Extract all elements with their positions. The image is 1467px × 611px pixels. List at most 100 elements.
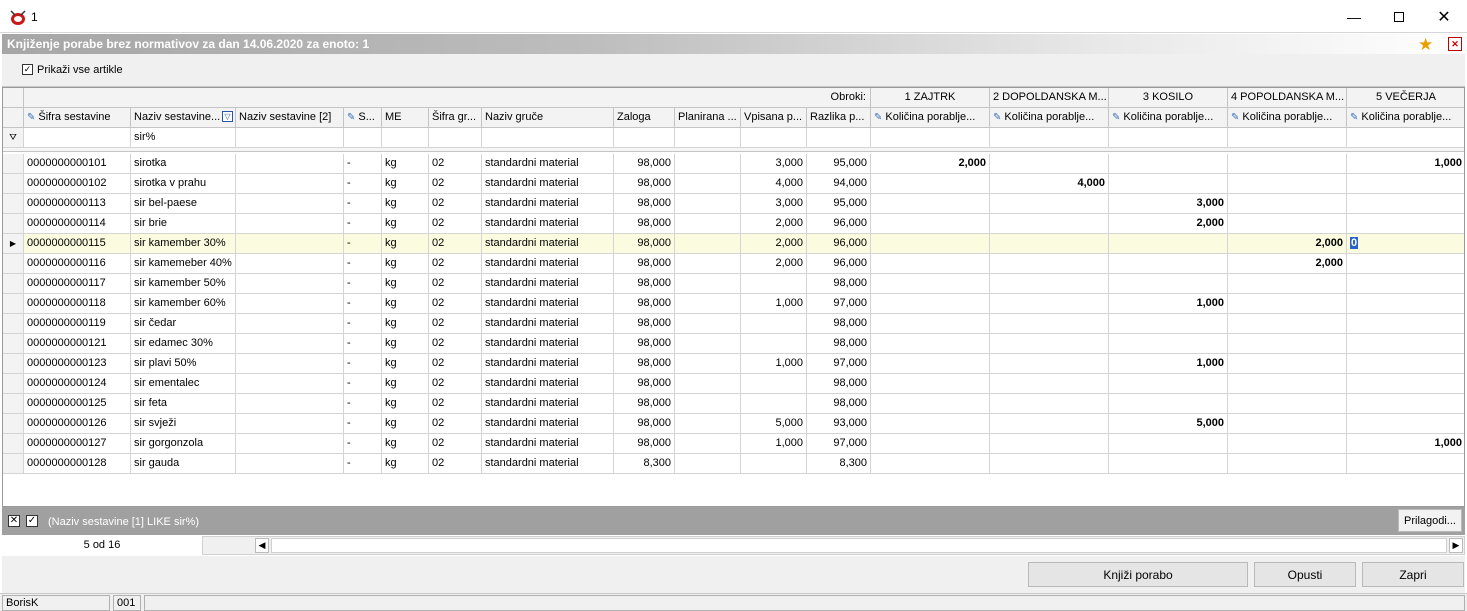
cell-stock[interactable]: 98,000: [614, 154, 675, 174]
cell-diff[interactable]: 98,000: [807, 394, 871, 414]
cell-name2[interactable]: [236, 274, 344, 294]
cell-code[interactable]: 0000000000116: [24, 254, 131, 274]
cell-m5[interactable]: [1347, 254, 1464, 274]
cell-grp_name[interactable]: standardni material: [482, 274, 614, 294]
cell-grp[interactable]: 02: [429, 314, 482, 334]
cell-m2[interactable]: [990, 374, 1109, 394]
cell-me[interactable]: kg: [382, 214, 429, 234]
cell-m3[interactable]: 5,000: [1109, 414, 1228, 434]
cell-plan[interactable]: [675, 274, 741, 294]
cell-name[interactable]: sir kamemeber 40%: [131, 254, 236, 274]
cell-s[interactable]: -: [344, 274, 382, 294]
cell-me[interactable]: kg: [382, 154, 429, 174]
cell-m4[interactable]: 2,000: [1228, 254, 1347, 274]
cell-s[interactable]: -: [344, 414, 382, 434]
cell-entered[interactable]: 1,000: [741, 434, 807, 454]
cell-me[interactable]: kg: [382, 234, 429, 254]
column-header-11[interactable]: Razlika p...: [807, 108, 871, 128]
cell-m2[interactable]: [990, 234, 1109, 254]
column-header-1[interactable]: ✎ Šifra sestavine: [24, 108, 131, 128]
cell-name[interactable]: sir gorgonzola: [131, 434, 236, 454]
cell-s[interactable]: -: [344, 254, 382, 274]
cell-m5[interactable]: [1347, 334, 1464, 354]
cell-s[interactable]: -: [344, 174, 382, 194]
cell-s[interactable]: -: [344, 154, 382, 174]
cell-m2[interactable]: [990, 254, 1109, 274]
close-button[interactable]: ✕: [1421, 0, 1467, 33]
column-header-10[interactable]: Vpisana p...: [741, 108, 807, 128]
cell-name2[interactable]: [236, 414, 344, 434]
cell-me[interactable]: kg: [382, 174, 429, 194]
cell-name2[interactable]: [236, 214, 344, 234]
cell-code[interactable]: 0000000000113: [24, 194, 131, 214]
cell-grp[interactable]: 02: [429, 394, 482, 414]
cell-name[interactable]: sir čedar: [131, 314, 236, 334]
cell-m3[interactable]: [1109, 334, 1228, 354]
meal-quantity-header-1[interactable]: ✎ Količina porablje...: [871, 108, 990, 128]
column-header-4[interactable]: ✎ S...: [344, 108, 382, 128]
cell-diff[interactable]: 98,000: [807, 374, 871, 394]
show-all-checkbox[interactable]: ✓: [22, 64, 33, 75]
row-indicator[interactable]: [3, 334, 24, 354]
cell-m5[interactable]: 1,000: [1347, 434, 1464, 454]
filter-cell-10[interactable]: [741, 128, 807, 148]
cell-grp[interactable]: 02: [429, 194, 482, 214]
cell-diff[interactable]: 96,000: [807, 254, 871, 274]
cell-m4[interactable]: [1228, 314, 1347, 334]
cell-entered[interactable]: 1,000: [741, 294, 807, 314]
cell-m5[interactable]: [1347, 294, 1464, 314]
cell-entered[interactable]: [741, 374, 807, 394]
cell-diff[interactable]: 8,300: [807, 454, 871, 474]
filter-enabled-checkbox[interactable]: ✓: [26, 515, 38, 527]
cell-code[interactable]: 0000000000123: [24, 354, 131, 374]
cell-plan[interactable]: [675, 254, 741, 274]
cell-m1[interactable]: [871, 434, 990, 454]
meal-quantity-header-2[interactable]: ✎ Količina porablje...: [990, 108, 1109, 128]
clear-filter-icon[interactable]: ✕: [8, 515, 20, 527]
cell-m4[interactable]: [1228, 274, 1347, 294]
cell-plan[interactable]: [675, 294, 741, 314]
cell-m5[interactable]: 0: [1347, 234, 1464, 254]
cell-grp[interactable]: 02: [429, 214, 482, 234]
cell-m4[interactable]: [1228, 414, 1347, 434]
cell-code[interactable]: 0000000000119: [24, 314, 131, 334]
cell-diff[interactable]: 95,000: [807, 154, 871, 174]
cell-m4[interactable]: [1228, 434, 1347, 454]
row-indicator[interactable]: [3, 174, 24, 194]
cell-name2[interactable]: [236, 334, 344, 354]
cell-m4[interactable]: [1228, 454, 1347, 474]
cell-m2[interactable]: [990, 154, 1109, 174]
cell-m3[interactable]: [1109, 274, 1228, 294]
cell-m3[interactable]: [1109, 314, 1228, 334]
cell-grp[interactable]: 02: [429, 174, 482, 194]
cell-m5[interactable]: [1347, 194, 1464, 214]
filter-cell-11[interactable]: [807, 128, 871, 148]
customize-button[interactable]: Prilagodi...: [1398, 509, 1462, 532]
filter-cell-2[interactable]: sir%: [131, 128, 236, 148]
column-header-2[interactable]: Naziv sestavine... ▽: [131, 108, 236, 128]
cell-m4[interactable]: [1228, 334, 1347, 354]
cell-grp[interactable]: 02: [429, 254, 482, 274]
cell-entered[interactable]: 3,000: [741, 194, 807, 214]
column-header-8[interactable]: Zaloga: [614, 108, 675, 128]
cell-code[interactable]: 0000000000118: [24, 294, 131, 314]
column-filter-icon[interactable]: ▽: [222, 111, 233, 122]
cell-grp[interactable]: 02: [429, 454, 482, 474]
cell-s[interactable]: -: [344, 394, 382, 414]
cell-entered[interactable]: 1,000: [741, 354, 807, 374]
cell-m1[interactable]: [871, 454, 990, 474]
cell-m1[interactable]: [871, 174, 990, 194]
cell-m1[interactable]: [871, 414, 990, 434]
cell-diff[interactable]: 97,000: [807, 294, 871, 314]
meal-band-5[interactable]: 5 VEČERJA: [1347, 88, 1464, 108]
cell-code[interactable]: 0000000000121: [24, 334, 131, 354]
cell-m2[interactable]: [990, 314, 1109, 334]
cell-m2[interactable]: [990, 394, 1109, 414]
cell-grp[interactable]: 02: [429, 294, 482, 314]
cell-m3[interactable]: [1109, 174, 1228, 194]
cell-stock[interactable]: 98,000: [614, 314, 675, 334]
cell-code[interactable]: 0000000000117: [24, 274, 131, 294]
row-indicator[interactable]: [3, 154, 24, 174]
cell-diff[interactable]: 95,000: [807, 194, 871, 214]
cell-m1[interactable]: [871, 334, 990, 354]
